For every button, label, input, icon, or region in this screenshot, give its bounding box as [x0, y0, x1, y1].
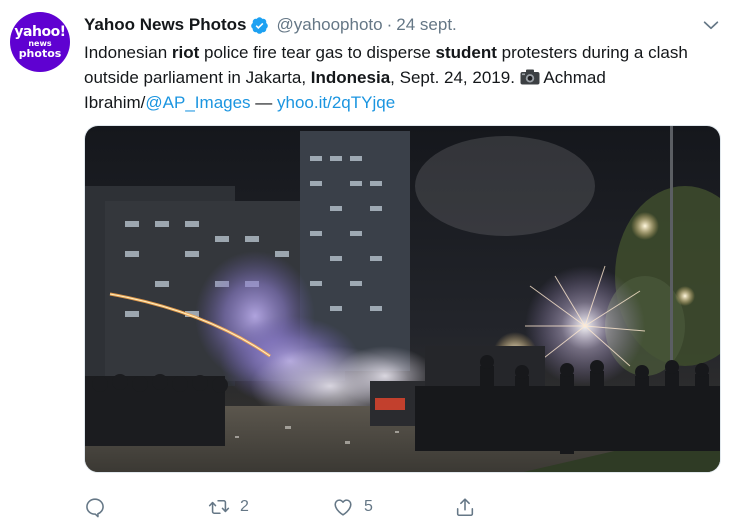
reply-button[interactable]: [84, 494, 116, 520]
like-button[interactable]: 5: [332, 494, 373, 520]
share-button[interactable]: [454, 494, 486, 520]
tweet-text-segment: Indonesian: [84, 43, 172, 62]
tweet-header: Yahoo News Photos @yahoophoto · 24 sept.: [84, 14, 457, 36]
tweet-text-segment: —: [250, 93, 278, 112]
separator-dot: ·: [386, 15, 393, 34]
tweet-text-segment: police fire tear gas to disperse: [199, 43, 436, 62]
hashtag-keyword: Indonesia: [310, 68, 391, 87]
account-name[interactable]: Yahoo News Photos: [84, 15, 246, 35]
hashtag-keyword: riot: [171, 43, 200, 62]
tweet-text-segment: , Sept. 24, 2019.: [390, 68, 520, 87]
tweet-date[interactable]: 24 sept.: [396, 15, 457, 35]
like-count: 5: [364, 498, 373, 515]
url-link[interactable]: yhoo.it/2qTYjqe: [277, 93, 395, 112]
heart-icon: [334, 499, 352, 516]
protest-scene-image: [85, 126, 720, 472]
tweet-text: Indonesian riot police fire tear gas to …: [84, 40, 724, 115]
tweet-actions: 2 5: [84, 494, 724, 520]
verified-badge-icon: [251, 16, 269, 34]
retweet-button[interactable]: 2: [208, 494, 249, 520]
hashtag-keyword: student: [435, 43, 497, 62]
share-icon: [456, 498, 474, 517]
camera-emoji-icon: [520, 69, 540, 85]
avatar-line-3: photos: [18, 47, 62, 60]
chevron-down-icon[interactable]: [700, 14, 722, 36]
mention-link[interactable]: @AP_Images: [145, 93, 250, 112]
retweet-icon: [208, 499, 230, 515]
avatar-line-1: yahoo!: [14, 24, 66, 40]
avatar[interactable]: yahoo! news photos: [10, 12, 70, 72]
tweet-photo[interactable]: [84, 125, 721, 473]
reply-icon: [86, 498, 104, 518]
retweet-count: 2: [240, 498, 249, 515]
account-handle[interactable]: @yahoophoto: [276, 15, 382, 35]
